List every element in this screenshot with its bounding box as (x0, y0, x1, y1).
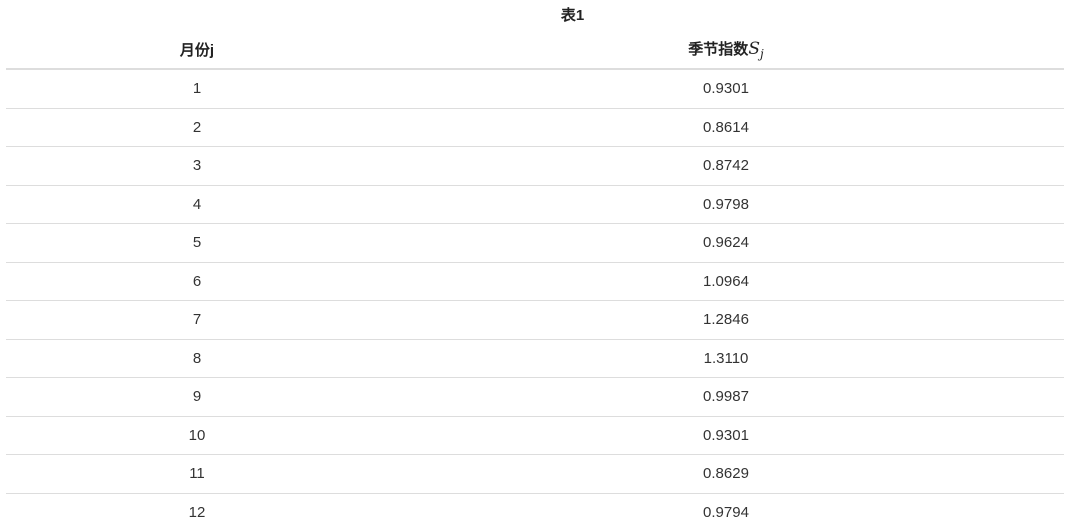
seasonal-index-symbol: S (748, 38, 760, 59)
month-cell: 8 (6, 338, 388, 378)
month-cell: 2 (6, 107, 388, 147)
table-row: 8 1.3110 (6, 338, 1064, 378)
seasonal-index-cell: 1.2846 (388, 300, 1064, 339)
table-row: 6 1.0964 (6, 261, 1064, 301)
header-row: 月份j 季节指数Sj (6, 30, 1064, 70)
month-cell: 10 (6, 415, 388, 455)
table-body: 1 0.9301 2 0.8614 3 0.8742 4 0.9798 5 0.9624 … (6, 69, 1064, 531)
seasonal-index-cell: 0.9301 (388, 415, 1064, 455)
table-row: 3 0.8742 (6, 146, 1064, 185)
month-cell: 4 (6, 184, 388, 224)
month-cell: 11 (6, 454, 388, 493)
table-row: 1 0.9301 (6, 69, 1064, 108)
seasonal-index-cell: 1.3110 (388, 338, 1064, 378)
table-row: 7 1.2846 (6, 300, 1064, 339)
month-cell: 6 (6, 261, 388, 301)
seasonal-index-cell: 0.9301 (703, 80, 749, 98)
table-row: 12 0.9794 (6, 492, 1064, 531)
table-caption: 表1 (560, 7, 585, 24)
month-cell: 9 (6, 377, 388, 416)
seasonal-index-cell: 0.9794 (388, 492, 1064, 531)
seasonal-index-cell: 0.9987 (388, 377, 1064, 416)
month-column-header: 月份j (6, 30, 388, 70)
table-row: 10 0.9301 (6, 415, 1064, 455)
seasonal-index-cell: 1.0964 (388, 261, 1064, 301)
month-cell: 3 (6, 146, 388, 185)
table-row: 9 0.9987 (6, 377, 1064, 416)
table-row: 5 0.9624 (6, 223, 1064, 262)
month-cell: 1 (192, 80, 202, 98)
seasonal-index-cell: 0.9798 (388, 184, 1064, 224)
seasonal-index-cell: 0.8629 (388, 454, 1064, 493)
seasonal-index-cell: 0.9624 (388, 223, 1064, 262)
seasonal-index-cell: 0.8614 (388, 107, 1064, 147)
table-row: 4 0.9798 (6, 184, 1064, 224)
month-cell: 12 (6, 492, 388, 531)
table-row: 2 0.8614 (6, 107, 1064, 147)
seasonal-index-cell: 0.8742 (388, 146, 1064, 185)
seasonal-index-subscript: j (759, 46, 764, 61)
table-header: 月份j 季节指数Sj (6, 30, 1064, 70)
seasonal-index-column-header: 季节指数Sj (388, 30, 1064, 70)
month-cell: 7 (6, 300, 388, 339)
table-row: 11 0.8629 (6, 454, 1064, 493)
seasonal-index-table: 月份j 季节指数Sj 1 0.9301 2 0.8614 3 0.8742 4 0.97… (6, 30, 1064, 531)
month-cell: 5 (6, 223, 388, 262)
seasonal-index-header-label: 季节指数 (688, 40, 749, 58)
